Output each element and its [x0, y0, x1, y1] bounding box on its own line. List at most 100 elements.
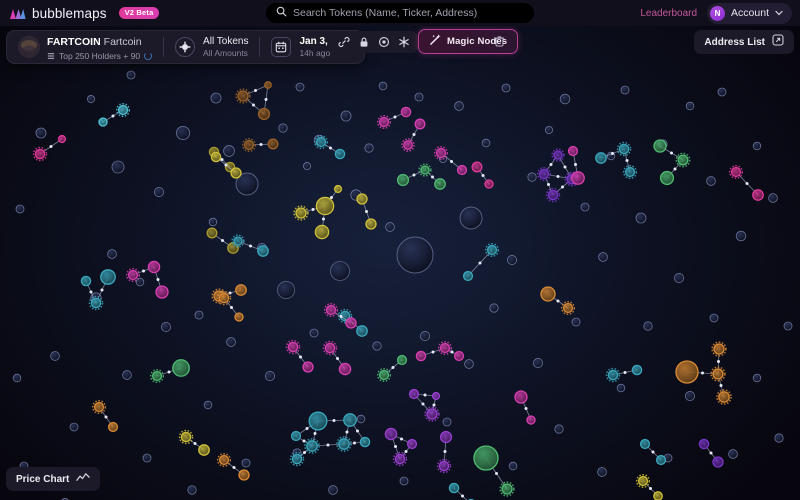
leaderboard-link[interactable]: Leaderboard [640, 8, 697, 19]
cluster-node[interactable] [540, 170, 549, 179]
cluster-node[interactable] [472, 162, 482, 172]
cluster-node[interactable] [199, 445, 209, 455]
lock-icon[interactable] [354, 32, 374, 52]
cluster-group[interactable] [315, 136, 345, 159]
cluster-node[interactable] [569, 147, 578, 156]
bubble-node[interactable] [127, 71, 135, 79]
cluster-group[interactable] [398, 164, 446, 189]
bubble-node[interactable] [176, 126, 189, 139]
cluster-group[interactable] [357, 194, 376, 229]
bubble-node[interactable] [70, 423, 78, 431]
bubble-node[interactable] [265, 371, 274, 380]
bubble-node[interactable] [227, 338, 236, 347]
cluster-node[interactable] [713, 369, 723, 379]
bubble-node[interactable] [379, 82, 387, 90]
bubble-node[interactable] [455, 102, 464, 111]
cluster-group[interactable] [287, 341, 314, 373]
cluster-group[interactable] [180, 431, 210, 456]
cluster-group[interactable] [596, 143, 637, 179]
brand-logo[interactable]: bubblemaps V2 Beta [0, 6, 159, 21]
cluster-node[interactable] [433, 393, 440, 400]
cluster-node[interactable] [288, 342, 297, 351]
cluster-group[interactable] [730, 166, 764, 201]
cluster-node[interactable] [315, 225, 328, 238]
cluster-node[interactable] [564, 304, 573, 313]
cluster-node[interactable] [410, 390, 419, 399]
bubble-node[interactable] [729, 450, 738, 459]
bubble-node[interactable] [685, 391, 694, 400]
cluster-node[interactable] [366, 219, 376, 229]
bubble-node[interactable] [533, 358, 542, 367]
cluster-node[interactable] [309, 412, 327, 430]
cluster-node[interactable] [357, 326, 367, 336]
cluster-node[interactable] [441, 344, 450, 353]
cluster-node[interactable] [153, 372, 162, 381]
snowflake-icon[interactable] [394, 32, 414, 52]
bubble-node[interactable] [507, 255, 516, 264]
cluster-group[interactable] [378, 356, 407, 382]
cluster-group[interactable] [243, 139, 278, 152]
bubble-node[interactable] [415, 93, 423, 101]
cluster-group[interactable] [34, 136, 66, 161]
cluster-node[interactable] [259, 109, 270, 120]
bubble-node[interactable] [465, 360, 474, 369]
cluster-node[interactable] [435, 179, 445, 189]
cluster-node[interactable] [238, 91, 248, 101]
cluster-node[interactable] [678, 155, 688, 165]
cluster-group[interactable] [385, 428, 416, 465]
cluster-node[interactable] [380, 371, 389, 380]
cluster-group[interactable] [607, 365, 642, 381]
bubble-node[interactable] [707, 177, 716, 186]
cluster-node[interactable] [156, 286, 168, 298]
cluster-node[interactable] [408, 440, 417, 449]
cluster-group[interactable] [402, 119, 425, 151]
cluster-node[interactable] [713, 457, 723, 467]
cluster-node[interactable] [732, 168, 741, 177]
cluster-node[interactable] [99, 118, 107, 126]
cluster-node[interactable] [109, 423, 118, 432]
bubble-node[interactable] [644, 322, 652, 330]
cluster-group[interactable] [81, 270, 115, 310]
cluster-node[interactable] [554, 151, 562, 159]
cluster-node[interactable] [753, 190, 763, 200]
bubble-node[interactable] [386, 223, 395, 232]
cluster-group[interactable] [99, 104, 129, 126]
cluster-node[interactable] [572, 172, 584, 184]
cluster-node[interactable] [398, 356, 407, 365]
cluster-node[interactable] [485, 180, 493, 188]
cluster-node[interactable] [181, 432, 190, 441]
bubble-node[interactable] [209, 218, 217, 226]
bubble-node[interactable] [528, 173, 536, 181]
cluster-node[interactable] [292, 432, 301, 441]
cluster-node[interactable] [258, 246, 268, 256]
bubble-node[interactable] [443, 418, 451, 426]
bubble-node[interactable] [357, 415, 365, 423]
cluster-node[interactable] [346, 318, 356, 328]
bubble-node[interactable] [161, 322, 170, 331]
bubble-node[interactable] [509, 462, 517, 470]
bubble-node[interactable] [143, 454, 151, 462]
cluster-node[interactable] [676, 361, 698, 383]
bubble-node[interactable] [224, 146, 235, 157]
bubble-node[interactable] [572, 318, 580, 326]
bubble-node[interactable] [373, 342, 381, 350]
cluster-node[interactable] [415, 119, 425, 129]
bubble-node[interactable] [545, 126, 552, 133]
cluster-node[interactable] [148, 261, 159, 272]
cluster-node[interactable] [464, 272, 473, 281]
cluster-node[interactable] [439, 461, 448, 470]
cluster-node[interactable] [234, 237, 242, 245]
cluster-node[interactable] [458, 166, 467, 175]
bubble-node[interactable] [331, 262, 350, 281]
cluster-node[interactable] [380, 118, 389, 127]
cluster-node[interactable] [401, 107, 410, 116]
cluster-node[interactable] [527, 416, 535, 424]
bubble-node[interactable] [599, 253, 608, 262]
cluster-group[interactable] [236, 82, 271, 120]
cluster-group[interactable] [541, 287, 574, 314]
cluster-node[interactable] [626, 168, 635, 177]
cluster-group[interactable] [515, 391, 535, 424]
cluster-node[interactable] [398, 175, 409, 186]
cluster-node[interactable] [619, 144, 628, 153]
bubble-node[interactable] [686, 102, 694, 110]
